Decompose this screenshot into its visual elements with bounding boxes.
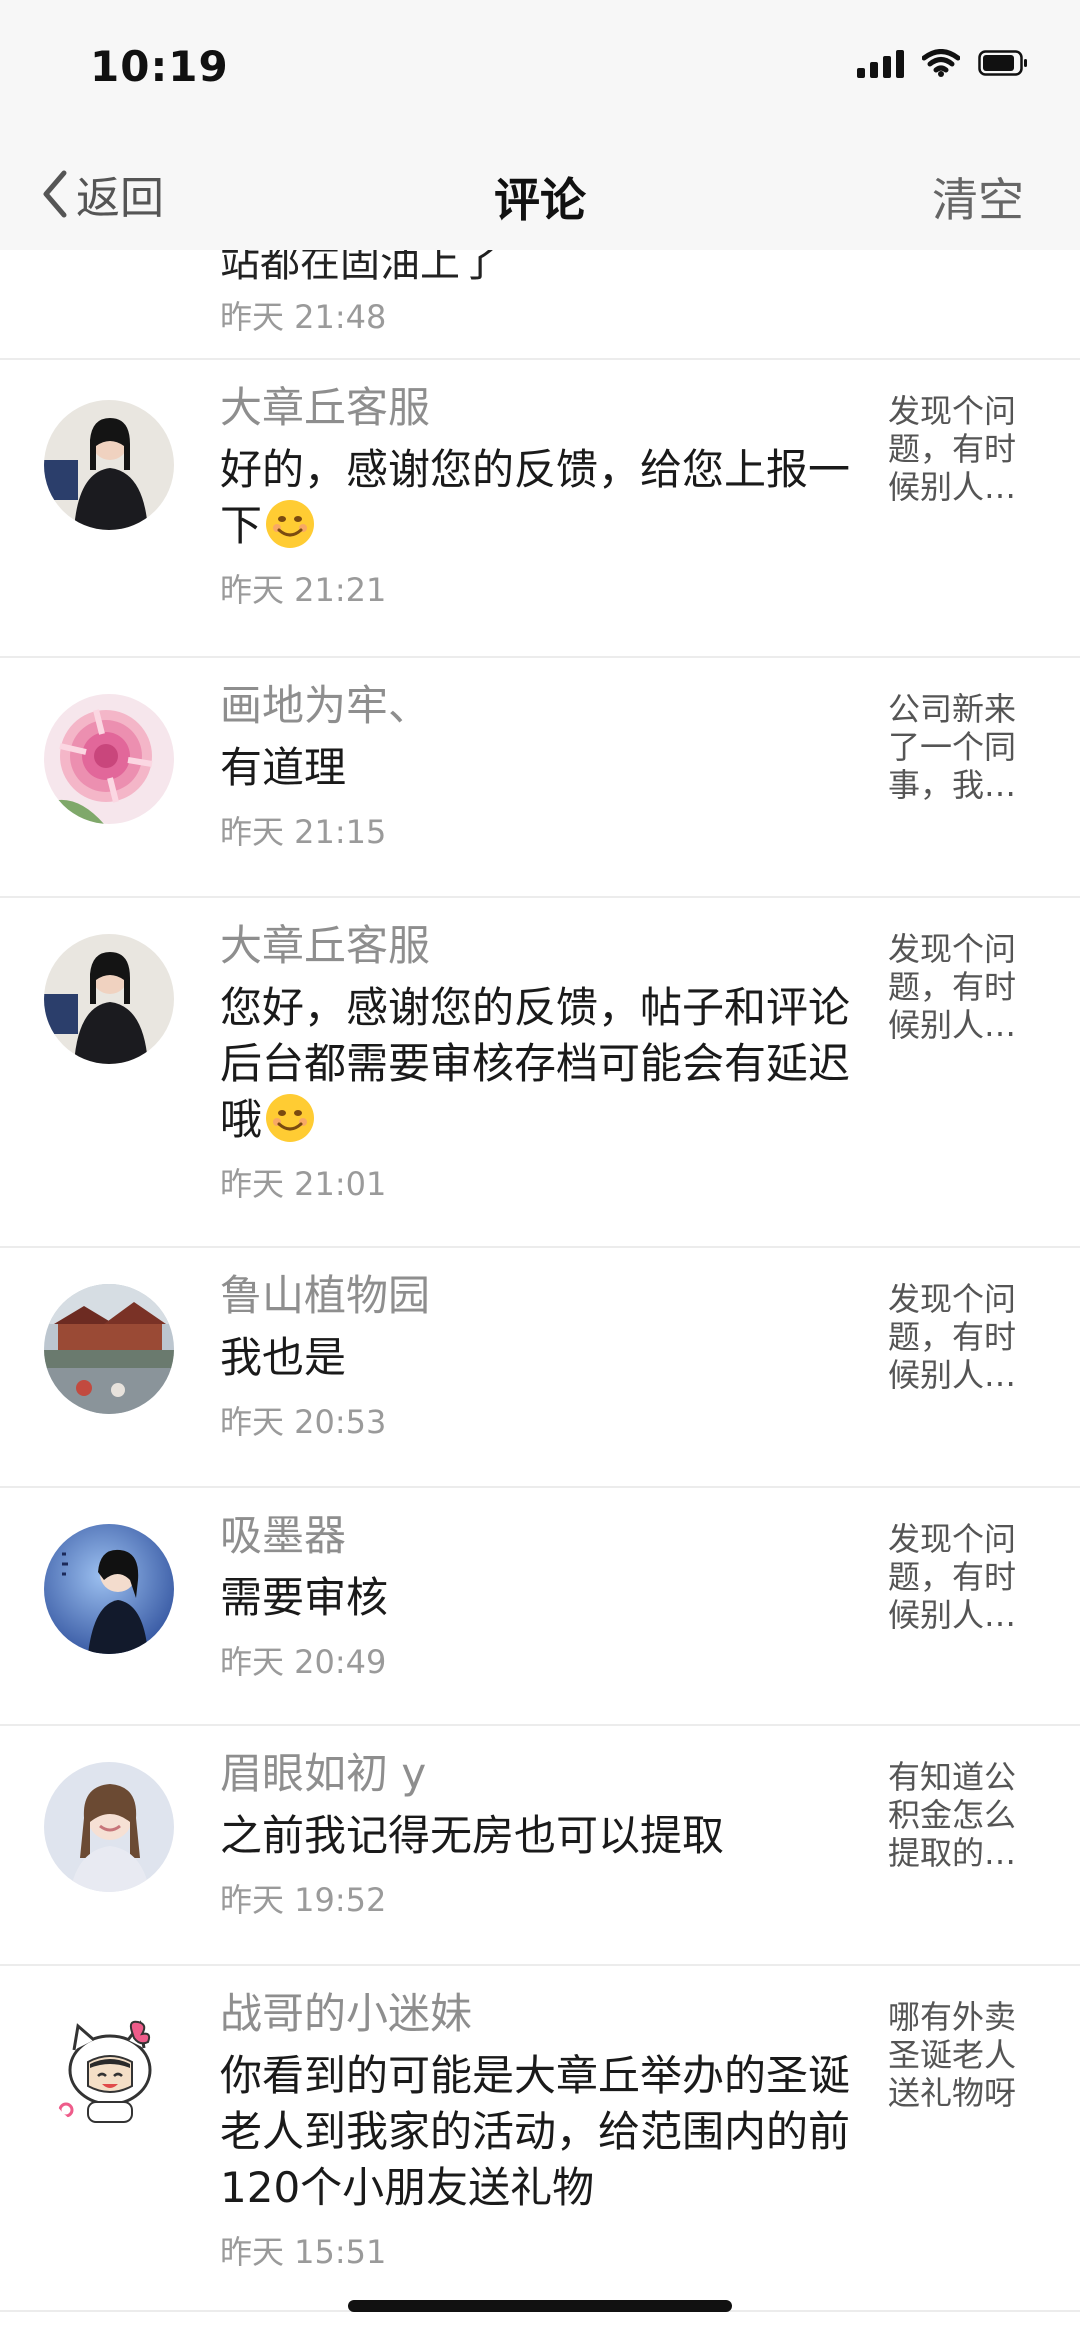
battery-icon <box>978 50 1028 76</box>
username[interactable]: 鲁山植物园 <box>220 1266 860 1326</box>
username[interactable]: 吸墨器 <box>220 1506 860 1566</box>
comment-time: 昨天 21:15 <box>220 813 387 851</box>
comment-text: 您好，感谢您的反馈，帖子和评论后台都需要审核存档可能会有延迟哦 <box>220 983 851 1144</box>
username[interactable]: 大章丘客服 <box>220 378 860 438</box>
comment-body: 战哥的小迷妹 你看到的可能是大章丘举办的圣诞老人到我家的活动，给范围内的前120… <box>220 1984 860 2274</box>
post-preview[interactable]: 发现个问题，有时候别人… <box>888 1280 1028 1394</box>
wifi-icon <box>922 49 960 77</box>
comment-time: 昨天 19:52 <box>220 1881 387 1919</box>
username[interactable]: 战哥的小迷妹 <box>220 1984 860 2044</box>
comment-text: 之前我记得无房也可以提取 <box>220 1811 725 1860</box>
username[interactable]: 眉眼如初 y <box>220 1744 860 1804</box>
comment-time: 昨天 21:01 <box>220 1165 387 1203</box>
avatar[interactable] <box>44 1524 174 1654</box>
comment-list[interactable]: 站都在固油上了 昨天 21:48 大章丘客服 好的，感谢您的反馈，给您上报一下 … <box>0 250 1080 2312</box>
post-preview[interactable]: 有知道公积金怎么提取的… <box>888 1758 1028 1872</box>
post-preview[interactable]: 发现个问题，有时候别人… <box>888 1520 1028 1634</box>
list-item[interactable]: 画地为牢、 有道理 昨天 21:15 公司新来了一个同事，我… <box>0 658 1080 898</box>
comments-screen: 10:19 返回 评论 清空 站都在固油上了 昨天 21:48 大章丘客服 好的… <box>0 0 1080 2337</box>
comment-time: 昨天 21:48 <box>220 298 387 336</box>
comment-text: 我也是 <box>220 1333 347 1382</box>
cellular-signal-icon <box>857 48 904 78</box>
avatar[interactable] <box>44 1284 174 1414</box>
smile-emoji-icon <box>266 500 315 548</box>
avatar[interactable] <box>44 2002 174 2132</box>
smile-emoji-icon <box>266 1094 315 1142</box>
list-item[interactable]: 战哥的小迷妹 你看到的可能是大章丘举办的圣诞老人到我家的活动，给范围内的前120… <box>0 1966 1080 2312</box>
clear-button[interactable]: 清空 <box>932 164 1024 230</box>
list-item[interactable]: 站都在固油上了 昨天 21:48 <box>0 250 1080 360</box>
comment-time: 昨天 20:49 <box>220 1643 387 1681</box>
list-item[interactable]: 鲁山植物园 我也是 昨天 20:53 发现个问题，有时候别人… <box>0 1248 1080 1488</box>
post-preview[interactable]: 发现个问题，有时候别人… <box>888 392 1028 506</box>
post-preview[interactable]: 公司新来了一个同事，我… <box>888 690 1028 804</box>
post-preview[interactable]: 发现个问题，有时候别人… <box>888 930 1028 1044</box>
comment-text: 好的，感谢您的反馈，给您上报一下 <box>220 445 851 550</box>
home-indicator[interactable] <box>348 2300 732 2312</box>
post-preview[interactable]: 哪有外卖圣诞老人送礼物呀 <box>888 1998 1028 2112</box>
list-item[interactable]: 大章丘客服 好的，感谢您的反馈，给您上报一下 昨天 21:21 发现个问题，有时… <box>0 360 1080 658</box>
comment-body: 大章丘客服 您好，感谢您的反馈，帖子和评论后台都需要审核存档可能会有延迟哦 昨天… <box>220 916 860 1206</box>
avatar[interactable] <box>44 934 174 1064</box>
comment-body: 画地为牢、 有道理 昨天 21:15 <box>220 676 860 854</box>
comment-text: 需要审核 <box>220 1573 389 1622</box>
avatar[interactable] <box>44 694 174 824</box>
username[interactable]: 画地为牢、 <box>220 676 860 736</box>
navigation-bar: 返回 评论 清空 <box>0 150 1080 250</box>
comment-text: 你看到的可能是大章丘举办的圣诞老人到我家的活动，给范围内的前120个小朋友送礼物 <box>220 2051 851 2212</box>
username[interactable]: 大章丘客服 <box>220 916 860 976</box>
comment-time: 昨天 21:21 <box>220 571 387 609</box>
comment-time: 昨天 15:51 <box>220 2233 387 2271</box>
status-time: 10:19 <box>90 42 229 91</box>
avatar[interactable] <box>44 400 174 530</box>
page-title: 评论 <box>494 173 586 227</box>
avatar[interactable] <box>44 1762 174 1892</box>
status-icons <box>857 48 1028 78</box>
comment-body: 吸墨器 需要审核 昨天 20:49 <box>220 1506 860 1684</box>
list-item[interactable]: 吸墨器 需要审核 昨天 20:49 发现个问题，有时候别人… <box>0 1488 1080 1726</box>
list-item[interactable]: 眉眼如初 y 之前我记得无房也可以提取 昨天 19:52 有知道公积金怎么提取的… <box>0 1726 1080 1966</box>
comment-time: 昨天 20:53 <box>220 1403 387 1441</box>
comment-body: 大章丘客服 好的，感谢您的反馈，给您上报一下 昨天 21:21 <box>220 378 860 612</box>
list-item[interactable]: 大章丘客服 您好，感谢您的反馈，帖子和评论后台都需要审核存档可能会有延迟哦 昨天… <box>0 898 1080 1248</box>
comment-body: 眉眼如初 y 之前我记得无房也可以提取 昨天 19:52 <box>220 1744 860 1922</box>
comment-text: 有道理 <box>220 743 347 792</box>
comment-body: 鲁山植物园 我也是 昨天 20:53 <box>220 1266 860 1444</box>
top-bar: 10:19 返回 评论 清空 <box>0 0 1080 250</box>
